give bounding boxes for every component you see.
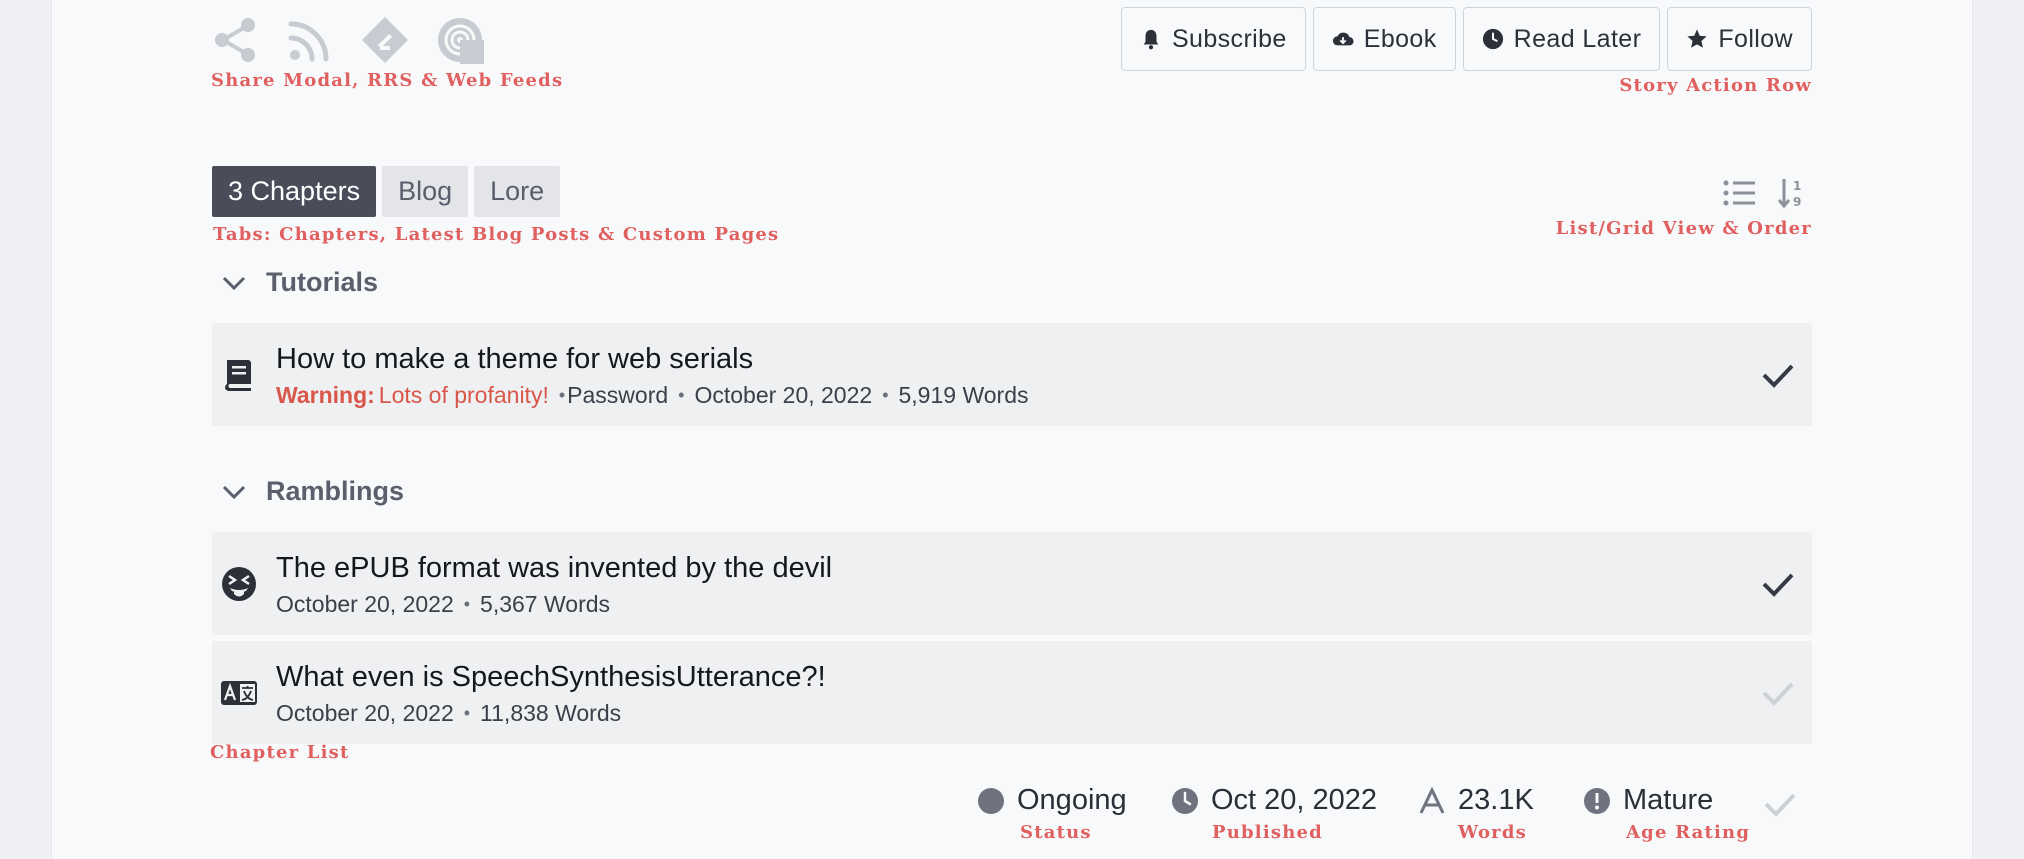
separator-dot: • xyxy=(882,385,889,405)
font-letter-icon xyxy=(1419,786,1445,814)
follow-button[interactable]: Follow xyxy=(1667,7,1812,71)
read-later-button[interactable]: Read Later xyxy=(1462,7,1661,71)
group-title: Tutorials xyxy=(266,267,379,297)
separator-dot: • xyxy=(678,385,685,405)
view-order-controls: 1 9 xyxy=(1722,176,1810,210)
check-icon[interactable] xyxy=(1760,675,1796,711)
story-tabs: 3 Chapters Blog Lore xyxy=(212,166,561,217)
chapter-meta: Warning: Lots of profanity! • Password •… xyxy=(276,382,1028,409)
warning-text: Lots of profanity! xyxy=(378,382,549,408)
feedly-icon[interactable] xyxy=(361,16,409,64)
chevron-down-icon xyxy=(222,276,246,290)
exclamation-circle-icon xyxy=(1584,787,1610,814)
share-feeds-row xyxy=(211,16,484,64)
separator-dot: • xyxy=(463,594,471,614)
star-icon xyxy=(1687,29,1707,48)
tab-chapters[interactable]: 3 Chapters xyxy=(212,166,377,217)
chapter-meta: October 20, 2022 • 11,838 Words xyxy=(276,700,621,727)
share-icon[interactable] xyxy=(211,16,259,64)
chapter-title[interactable]: How to make a theme for web serials xyxy=(276,343,753,376)
chapter-meta: October 20, 2022 • 5,367 Words xyxy=(276,591,610,618)
warning-label: Warning: xyxy=(276,382,375,408)
check-icon[interactable] xyxy=(1760,357,1796,393)
status-circle-icon xyxy=(978,787,1004,814)
status-stat: Ongoing xyxy=(977,784,1127,817)
follow-label: Follow xyxy=(1718,24,1793,53)
published-annotation: Published xyxy=(1212,822,1323,843)
chapter-date: October 20, 2022 xyxy=(694,382,873,408)
squinting-tongue-face-icon xyxy=(222,567,256,601)
podcast-icon[interactable] xyxy=(436,16,484,64)
chapter-words: 5,367 Words xyxy=(480,591,611,617)
group-title: Ramblings xyxy=(266,476,405,506)
chapter-words: 5,919 Words xyxy=(898,382,1029,408)
svg-text:1: 1 xyxy=(1793,179,1801,193)
tab-lore[interactable]: Lore xyxy=(474,166,561,217)
chapter-row[interactable]: What even is SpeechSynthesisUtterance?! … xyxy=(212,641,1812,744)
svg-text:9: 9 xyxy=(1793,195,1801,209)
chapter-row[interactable]: The ePUB format was invented by the devi… xyxy=(212,532,1812,635)
status-value: Ongoing xyxy=(1017,784,1127,816)
action-row-annotation: Story Action Row xyxy=(1619,75,1812,96)
group-header-tutorials[interactable]: Tutorials xyxy=(220,267,378,298)
check-icon[interactable] xyxy=(1760,566,1796,602)
ebook-button[interactable]: Ebook xyxy=(1312,7,1456,71)
chapter-date: October 20, 2022 xyxy=(276,700,454,726)
book-icon xyxy=(225,360,251,391)
age-rating-stat: Mature xyxy=(1583,784,1713,817)
words-annotation: Words xyxy=(1458,822,1527,843)
words-value: 23.1K xyxy=(1458,784,1534,816)
tab-blog[interactable]: Blog xyxy=(382,166,469,217)
clock-icon xyxy=(1172,787,1198,814)
subscribe-button[interactable]: Subscribe xyxy=(1120,7,1306,71)
words-stat: 23.1K xyxy=(1418,784,1534,817)
tabs-annotation: Tabs: Chapters, Latest Blog Posts & Cust… xyxy=(213,224,780,245)
age-rating-annotation: Age Rating xyxy=(1626,822,1751,843)
published-stat: Oct 20, 2022 xyxy=(1171,784,1377,817)
rating-value: Mature xyxy=(1623,784,1714,816)
list-view-icon[interactable] xyxy=(1722,176,1756,210)
chapter-words: 11,838 Words xyxy=(480,700,622,726)
cloud-download-icon xyxy=(1332,32,1354,46)
chevron-down-icon xyxy=(222,485,246,499)
separator-dot: • xyxy=(463,703,471,723)
chapter-title[interactable]: The ePUB format was invented by the devi… xyxy=(276,552,832,585)
story-action-row: Subscribe Ebook Read Later Follow xyxy=(1120,7,1812,71)
sort-order-icon[interactable]: 1 9 xyxy=(1776,176,1810,210)
chapter-title[interactable]: What even is SpeechSynthesisUtterance?! xyxy=(276,661,826,694)
ebook-label: Ebook xyxy=(1363,24,1437,53)
chapter-row[interactable]: How to make a theme for web serials Warn… xyxy=(212,323,1812,426)
share-feeds-annotation: Share Modal, RRS & Web Feeds xyxy=(211,70,564,91)
view-order-annotation: List/Grid View & Order xyxy=(1555,218,1812,239)
chapter-date: October 20, 2022 xyxy=(276,591,454,617)
read-later-label: Read Later xyxy=(1513,24,1642,53)
status-annotation: Status xyxy=(1020,822,1092,843)
published-value: Oct 20, 2022 xyxy=(1211,784,1378,816)
translate-icon xyxy=(221,681,257,705)
bell-icon xyxy=(1143,29,1159,50)
rss-icon[interactable] xyxy=(286,16,334,64)
group-header-ramblings[interactable]: Ramblings xyxy=(220,476,404,507)
password-label: Password xyxy=(567,382,669,408)
separator-dot: • xyxy=(558,385,566,405)
check-icon[interactable] xyxy=(1762,786,1798,822)
subscribe-label: Subscribe xyxy=(1171,24,1287,53)
chapter-list-annotation: Chapter List xyxy=(210,742,350,763)
clock-icon xyxy=(1482,28,1503,50)
